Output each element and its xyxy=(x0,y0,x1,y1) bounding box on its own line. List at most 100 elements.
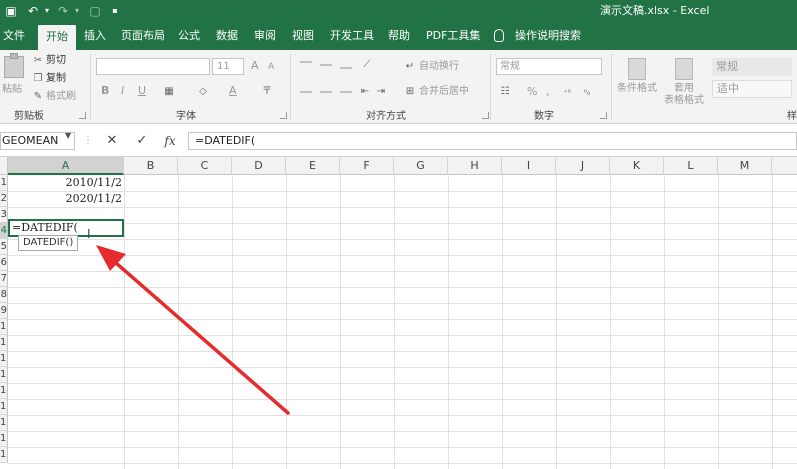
tab-file[interactable]: 文件 xyxy=(3,22,25,50)
cancel-icon[interactable]: ✕ xyxy=(104,133,120,149)
shrink-font-button[interactable]: A xyxy=(268,61,274,73)
redo-icon[interactable]: ↷ xyxy=(56,3,70,19)
number-format-combo[interactable]: 常规 xyxy=(496,58,602,75)
font-name-combo[interactable] xyxy=(96,58,210,75)
formula-bar: GEOMEAN ▼ ⋮ ✕ ✓ fx =DATEDIF( xyxy=(0,125,797,157)
orientation-icon[interactable]: ⟋ xyxy=(362,60,372,70)
wrap-text-button[interactable]: 自动换行 xyxy=(419,61,459,73)
cell-style-neutral[interactable]: 适中 xyxy=(712,80,792,98)
alignment-launcher-icon[interactable] xyxy=(482,112,489,119)
tab-review[interactable]: 审阅 xyxy=(254,22,276,50)
name-box[interactable]: GEOMEAN xyxy=(0,132,75,150)
align-left-icon[interactable] xyxy=(300,91,312,93)
tab-home[interactable]: 开始 xyxy=(38,25,76,50)
more-options-icon[interactable]: ⋮ xyxy=(80,133,96,149)
group-separator xyxy=(90,54,91,120)
align-right-icon[interactable] xyxy=(340,91,352,93)
clipboard-group-label: 剪贴板 xyxy=(14,111,44,122)
group-separator xyxy=(290,54,291,120)
ribbon-home: 粘贴 ✂ 剪切 ❐ 复制 ✎ 格式刷 剪贴板 11 A A B I U ▦ ◇ … xyxy=(0,50,797,124)
borders-icon[interactable]: ▦ xyxy=(164,87,174,97)
name-box-dropdown-icon[interactable]: ▼ xyxy=(65,131,71,140)
increase-indent-icon[interactable]: ⇥ xyxy=(376,87,386,97)
redo-dropdown-icon[interactable]: ▾ xyxy=(72,3,82,19)
alignment-group-label: 对齐方式 xyxy=(366,111,406,122)
font-group-label: 字体 xyxy=(176,111,196,122)
title-bar: ▣ ↶ ▾ ↷ ▾ ▢ ▪ 演示文稿.xlsx - Excel xyxy=(0,0,797,22)
tab-pdf-tools[interactable]: PDF工具集 xyxy=(426,22,480,50)
font-color-button[interactable]: A xyxy=(229,85,237,97)
excel-window: ▣ ↶ ▾ ↷ ▾ ▢ ▪ 演示文稿.xlsx - Excel 文件 开始 插入… xyxy=(0,0,797,469)
window-title: 演示文稿.xlsx - Excel xyxy=(600,4,710,17)
insert-function-icon[interactable]: fx xyxy=(162,133,178,149)
tell-me-search[interactable]: 操作说明搜索 xyxy=(515,22,581,50)
format-as-table-line1[interactable]: 套用 xyxy=(674,83,694,95)
tab-formulas[interactable]: 公式 xyxy=(178,22,200,50)
cell-style-normal[interactable]: 常规 xyxy=(712,58,792,76)
copy-button[interactable]: 复制 xyxy=(46,73,66,85)
paintbrush-icon: ✎ xyxy=(33,91,43,102)
font-size-combo[interactable]: 11 xyxy=(212,58,244,75)
paste-button[interactable]: 粘贴 xyxy=(0,50,28,108)
copy-icon: ❐ xyxy=(33,73,43,84)
format-painter-button[interactable]: 格式刷 xyxy=(46,91,76,103)
paste-icon xyxy=(4,56,24,78)
conditional-formatting-button[interactable]: 条件格式 xyxy=(617,83,657,95)
number-launcher-icon[interactable] xyxy=(600,112,607,119)
lightbulb-icon xyxy=(494,29,504,42)
styles-group-label: 样 xyxy=(787,111,797,122)
phonetic-icon[interactable]: 〒 xyxy=(262,87,272,97)
number-format-value: 常规 xyxy=(500,61,520,72)
undo-dropdown-icon[interactable]: ▾ xyxy=(42,3,52,19)
annotation-arrow xyxy=(96,245,290,415)
worksheet-grid: A B C D E F G H I J K L M 1 2 3 4 5 6 7 … xyxy=(0,157,797,469)
ribbon-tabs: 文件 开始 插入 页面布局 公式 数据 审阅 视图 开发工具 帮助 PDF工具集… xyxy=(0,22,797,50)
tab-insert[interactable]: 插入 xyxy=(84,22,106,50)
group-separator xyxy=(490,54,491,120)
tab-page-layout[interactable]: 页面布局 xyxy=(121,22,165,50)
tab-developer[interactable]: 开发工具 xyxy=(330,22,374,50)
tab-data[interactable]: 数据 xyxy=(216,22,238,50)
comma-button[interactable]: , xyxy=(546,86,550,98)
cut-button[interactable]: 剪切 xyxy=(46,55,66,67)
app-name: Excel xyxy=(680,4,710,17)
align-bottom-icon[interactable] xyxy=(340,67,352,69)
merge-center-button[interactable]: 合并后居中 xyxy=(419,86,469,98)
customize-icon[interactable]: ▪ xyxy=(110,3,120,19)
save-icon[interactable]: ▣ xyxy=(4,3,18,19)
font-size-value: 11 xyxy=(217,61,230,72)
align-center-icon[interactable] xyxy=(320,91,332,93)
tab-view[interactable]: 视图 xyxy=(292,22,314,50)
fill-color-icon[interactable]: ◇ xyxy=(198,87,208,97)
enter-icon[interactable]: ✓ xyxy=(134,133,150,149)
increase-decimal-icon[interactable]: ⁺⁰ xyxy=(562,88,572,98)
clipboard-clip-icon xyxy=(10,53,18,59)
underline-button[interactable]: U xyxy=(138,85,146,97)
formula-input[interactable]: =DATEDIF( xyxy=(188,132,797,150)
font-launcher-icon[interactable] xyxy=(280,112,287,119)
wrap-text-icon: ↵ xyxy=(405,61,415,72)
format-as-table-line2[interactable]: 表格格式 xyxy=(664,95,704,107)
conditional-formatting-icon xyxy=(628,58,646,80)
file-title: 演示文稿.xlsx xyxy=(600,4,670,17)
decrease-indent-icon[interactable]: ⇤ xyxy=(360,87,370,97)
undo-icon[interactable]: ↶ xyxy=(26,3,40,19)
bold-button[interactable]: B xyxy=(101,85,109,97)
decrease-decimal-icon[interactable]: ⁰₀ xyxy=(582,88,592,98)
format-as-table-icon xyxy=(675,58,693,80)
tab-help[interactable]: 帮助 xyxy=(388,22,410,50)
merge-icon: ⊞ xyxy=(405,86,415,97)
align-top-icon[interactable] xyxy=(300,61,312,63)
accounting-format-icon[interactable]: ☷ xyxy=(500,87,510,97)
group-separator xyxy=(611,54,612,120)
arrow-shaft xyxy=(106,254,290,415)
scissors-icon: ✂ xyxy=(33,55,43,66)
align-middle-icon[interactable] xyxy=(320,64,332,66)
touch-mode-icon[interactable]: ▢ xyxy=(88,3,102,19)
paste-label: 粘贴 xyxy=(2,84,22,95)
clipboard-launcher-icon[interactable] xyxy=(79,112,86,119)
percent-button[interactable]: % xyxy=(527,86,537,98)
grow-font-button[interactable]: A xyxy=(251,60,259,72)
italic-button[interactable]: I xyxy=(121,85,124,97)
number-group-label: 数字 xyxy=(534,111,554,122)
